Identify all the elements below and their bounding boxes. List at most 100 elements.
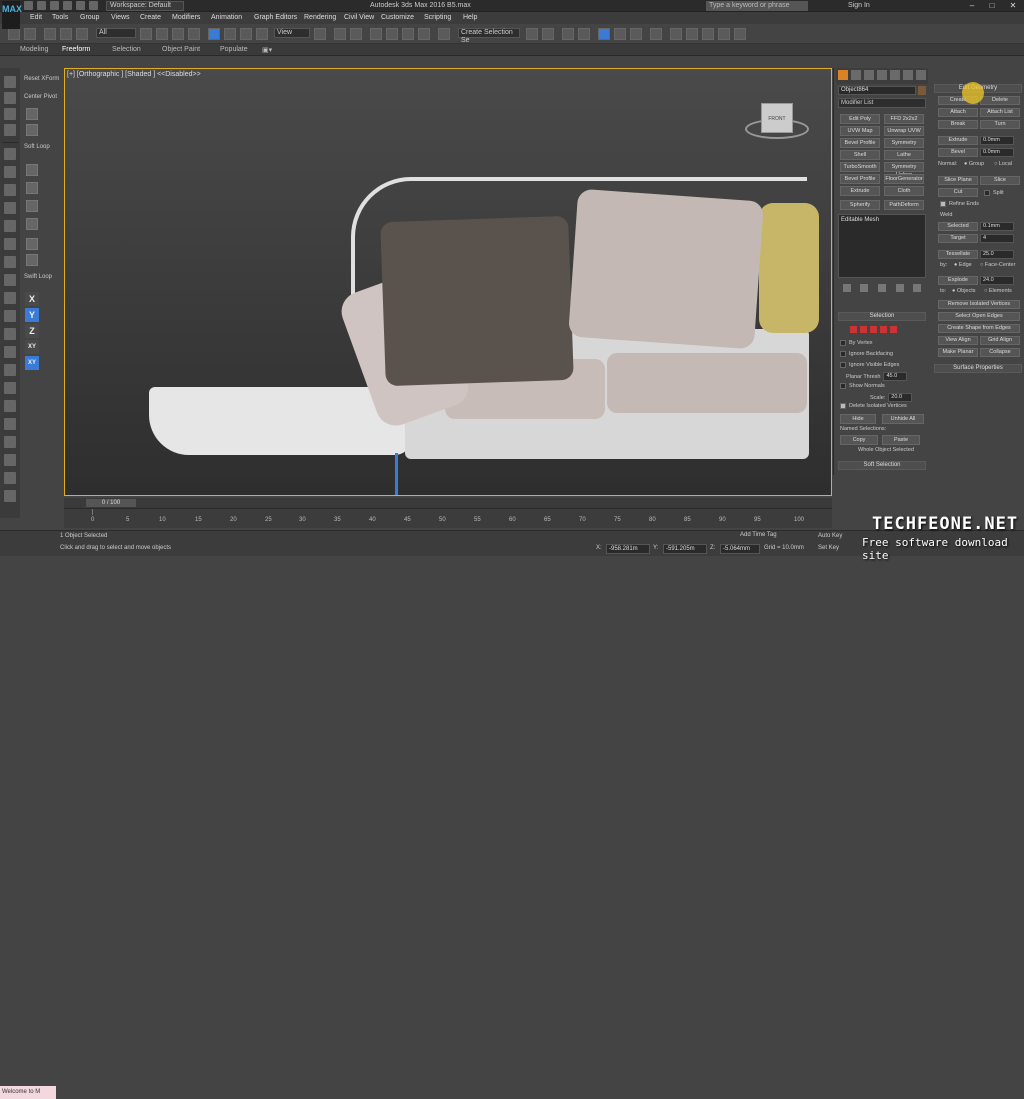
axis-y-button[interactable]: Y	[25, 308, 39, 322]
spinner-snap-icon[interactable]	[418, 28, 430, 40]
menu-civil-view[interactable]: Civil View	[344, 14, 374, 21]
space-warps-icon[interactable]	[4, 436, 16, 448]
select-and-place-icon[interactable]	[256, 28, 268, 40]
polygon-icon[interactable]	[880, 326, 887, 333]
remove-modifier-icon[interactable]	[895, 284, 904, 292]
sphere-icon[interactable]	[4, 184, 16, 196]
checkbox-box[interactable]	[840, 383, 846, 389]
create-tab-icon[interactable]	[838, 70, 848, 80]
particles-icon[interactable]	[4, 472, 16, 484]
show-normals-checkbox[interactable]: Show Normals	[840, 383, 885, 389]
swift-loop-button[interactable]: Swift Loop	[24, 274, 52, 280]
cut-button[interactable]: Cut	[938, 188, 978, 197]
extrude-button[interactable]: Extrude	[938, 136, 978, 145]
normal-local-radio[interactable]: ○ Local	[994, 161, 1012, 167]
attach-button[interactable]: Attach	[938, 108, 978, 117]
geosphere-icon[interactable]	[4, 346, 16, 358]
wrench-tab-icon[interactable]	[916, 70, 926, 80]
sign-in-button[interactable]: Sign In	[848, 2, 870, 9]
menu-group[interactable]: Group	[80, 14, 99, 21]
track-bar[interactable]: 0 5 10 15 20 25 30 35 40 45 50 55 60 65 …	[64, 508, 832, 528]
normal-group-radio[interactable]: ● Group	[964, 161, 984, 167]
menu-create[interactable]: Create	[140, 14, 161, 21]
angle-snap-icon[interactable]	[386, 28, 398, 40]
display-icon[interactable]	[4, 148, 16, 160]
undo-icon[interactable]	[63, 1, 72, 10]
menu-edit[interactable]: Edit	[30, 14, 42, 21]
pivot-center-icon[interactable]	[314, 28, 326, 40]
viewport-orthographic[interactable]: [+] [Orthographic ] [Shaded ] <<Disabled…	[64, 68, 832, 496]
tree-icon[interactable]	[26, 182, 38, 194]
axis-xy-active-button[interactable]: XY	[25, 356, 39, 370]
motion-icon[interactable]	[4, 124, 16, 136]
reset-xform-button[interactable]: Reset XForm	[24, 76, 59, 82]
by-vertex-checkbox[interactable]: By Vertex	[840, 340, 873, 346]
checkbox-box[interactable]	[840, 403, 846, 409]
modifier-stack[interactable]: Editable Mesh	[838, 214, 926, 278]
split-checkbox[interactable]: Split	[984, 190, 1004, 196]
undo-icon[interactable]	[8, 28, 20, 40]
grid-icon[interactable]	[26, 218, 38, 230]
checkbox-box[interactable]	[940, 201, 946, 207]
maximize-icon[interactable]: □	[982, 0, 1002, 12]
utilities-tab-icon[interactable]	[903, 70, 913, 80]
new-icon[interactable]	[24, 1, 33, 10]
corner-icon[interactable]	[26, 238, 38, 250]
open-icon[interactable]	[37, 1, 46, 10]
bevel-amount-spinner[interactable]: 0.0mm	[980, 148, 1014, 157]
menu-scripting[interactable]: Scripting	[424, 14, 451, 21]
center-pivot-button[interactable]: Center Pivot	[24, 94, 57, 100]
vertex-icon[interactable]	[850, 326, 857, 333]
refine-ends-checkbox[interactable]: Refine Ends	[940, 201, 979, 207]
slice-button[interactable]: Slice	[980, 176, 1020, 185]
modifier-unwrap-uvw-button[interactable]: Unwrap UVW	[884, 126, 924, 136]
selection-filter-dropdown[interactable]: All	[96, 28, 136, 38]
tessellate-tension-spinner[interactable]: 25.0	[980, 250, 1014, 259]
slice-plane-button[interactable]: Slice Plane	[938, 176, 978, 185]
reference-coordinate-dropdown[interactable]: View	[274, 28, 310, 38]
break-button[interactable]: Break	[938, 120, 978, 129]
object-name-field[interactable]: Object864	[838, 86, 916, 95]
cone-icon[interactable]	[4, 274, 16, 286]
element-icon[interactable]	[890, 326, 897, 333]
modifier-cloth-button[interactable]: Cloth	[884, 186, 924, 196]
material-editor-icon[interactable]	[650, 28, 662, 40]
stack-item-editable-mesh[interactable]: Editable Mesh	[841, 217, 879, 223]
select-object-icon[interactable]	[140, 28, 152, 40]
axis-x-button[interactable]: X	[25, 292, 39, 306]
window-crossing-icon[interactable]	[188, 28, 200, 40]
bind-space-warp-icon[interactable]	[76, 28, 88, 40]
render-production-icon[interactable]	[702, 28, 714, 40]
pyramid-icon[interactable]	[4, 310, 16, 322]
tessellate-edge-radio[interactable]: ● Edge	[954, 262, 972, 268]
modifier-lathe-button[interactable]: Lathe	[884, 150, 924, 160]
menu-animation[interactable]: Animation	[211, 14, 242, 21]
menu-tools[interactable]: Tools	[52, 14, 68, 21]
helpers-icon[interactable]	[4, 418, 16, 430]
surface-properties-rollout-header[interactable]: Surface Properties	[934, 364, 1022, 373]
modify-tab-icon[interactable]	[851, 70, 861, 80]
motion-tab-icon[interactable]	[877, 70, 887, 80]
time-slider-handle[interactable]: 0 / 100	[86, 499, 136, 507]
align-pivot-icon[interactable]	[26, 108, 38, 120]
select-open-edges-button[interactable]: Select Open Edges	[938, 312, 1020, 321]
redo-icon[interactable]	[76, 1, 85, 10]
select-and-rotate-icon[interactable]	[224, 28, 236, 40]
close-icon[interactable]: ✕	[1003, 0, 1023, 12]
modifier-shell-button[interactable]: Shell	[840, 150, 880, 160]
checkbox-box[interactable]	[840, 340, 846, 346]
affect-pivot-icon[interactable]	[26, 124, 38, 136]
teapot-icon[interactable]	[4, 256, 16, 268]
tab-populate[interactable]: Populate	[220, 46, 248, 53]
lights-icon[interactable]	[4, 382, 16, 394]
menu-graph-editors[interactable]: Graph Editors	[254, 14, 297, 21]
select-manipulate-icon[interactable]	[334, 28, 346, 40]
modifier-bevel-profile-2-button[interactable]: Bevel Profile	[840, 174, 880, 184]
pin-stack-icon[interactable]	[842, 284, 851, 292]
rectangular-selection-icon[interactable]	[172, 28, 184, 40]
make-unique-icon[interactable]	[877, 284, 886, 292]
checkbox-box[interactable]	[840, 351, 846, 357]
edit-named-selection-icon[interactable]	[438, 28, 450, 40]
make-planar-button[interactable]: Make Planar	[938, 348, 978, 357]
render-in-cloud-icon[interactable]	[718, 28, 730, 40]
